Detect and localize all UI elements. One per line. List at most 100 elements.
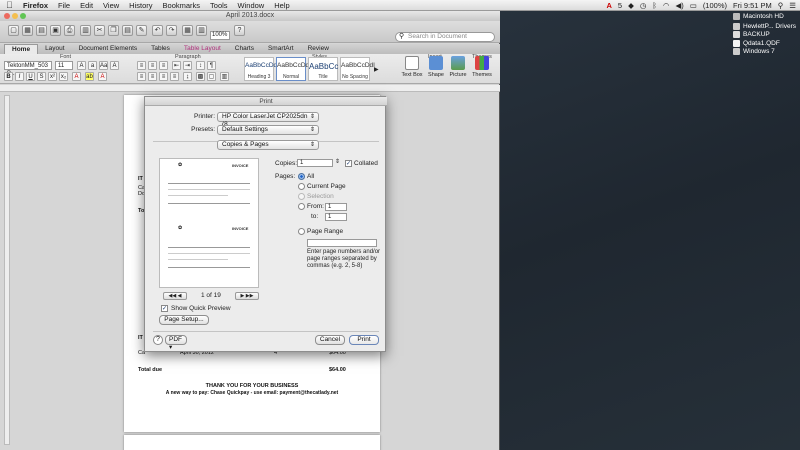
desktop-icon-windows7[interactable]: Windows 7	[733, 48, 775, 55]
templates-icon[interactable]: ▦	[22, 25, 33, 36]
menu-file[interactable]: File	[53, 0, 75, 11]
numbering-icon[interactable]: ≡	[148, 61, 157, 70]
wifi-icon[interactable]: ◠	[663, 1, 670, 10]
pdf-button[interactable]: PDF ▾	[165, 335, 187, 351]
page-setup-button[interactable]: Page Setup...	[159, 315, 209, 325]
cancel-button[interactable]: Cancel	[315, 335, 345, 345]
page-range-input[interactable]	[307, 239, 377, 247]
menu-window[interactable]: Window	[233, 0, 270, 11]
shading-icon[interactable]: ▩	[196, 72, 205, 81]
style-normal[interactable]: AaBbCcDdI Normal	[276, 57, 311, 81]
adobe-icon[interactable]: A	[606, 1, 611, 10]
save-icon[interactable]: ▣	[50, 25, 61, 36]
from-input[interactable]: 1	[325, 203, 347, 211]
copy-icon[interactable]: ❐	[108, 25, 119, 36]
font-color-icon[interactable]: A	[98, 72, 107, 81]
help-button[interactable]: ?	[153, 335, 163, 345]
show-formatting-icon[interactable]: ¶	[207, 61, 216, 70]
zoom-select[interactable]: 100%	[210, 31, 230, 40]
insert-text-box[interactable]: Text Box	[400, 56, 424, 78]
menu-history[interactable]: History	[124, 0, 157, 11]
cut-icon[interactable]: ✂	[94, 25, 105, 36]
document-search-input[interactable]: Search in Document	[395, 32, 495, 42]
pages-all-radio[interactable]	[298, 173, 305, 180]
tab-review[interactable]: Review	[301, 44, 336, 54]
styles-scroll-icon[interactable]: ▶	[374, 66, 379, 73]
style-no-spacing[interactable]: AaBbCcDdI No Spacing	[340, 57, 375, 81]
undo-icon[interactable]: ↶	[152, 25, 163, 36]
zoom-window-button[interactable]	[20, 13, 26, 19]
grow-font-icon[interactable]: A	[77, 61, 86, 70]
import-icon[interactable]: ▥	[80, 25, 91, 36]
horizontal-ruler[interactable]	[0, 85, 500, 92]
clock[interactable]: Fri 9:51 PM	[733, 1, 772, 10]
underline-icon[interactable]: U	[26, 72, 35, 81]
increase-indent-icon[interactable]: ⇥	[183, 61, 192, 70]
section-select[interactable]: Copies & Pages ⇕	[217, 140, 319, 150]
document-page-2[interactable]	[124, 435, 380, 450]
printer-select[interactable]: HP Color LaserJet CP2025dn (8...⇕	[217, 112, 319, 128]
italic-icon[interactable]: I	[15, 72, 24, 81]
desktop-icon-hp-drivers[interactable]: HewlettP... Drivers	[733, 23, 796, 30]
shrink-font-icon[interactable]: a	[88, 61, 97, 70]
tab-document-elements[interactable]: Document Elements	[72, 44, 145, 54]
copies-input[interactable]: 1	[297, 159, 333, 167]
bold-icon[interactable]: B	[4, 72, 13, 81]
copies-stepper[interactable]: ⇕	[335, 158, 340, 165]
pages-current-radio[interactable]	[298, 183, 305, 190]
style-heading3[interactable]: AaBbCcDdI Heading 3	[244, 57, 279, 81]
status-badge[interactable]: 5	[618, 1, 622, 10]
menu-edit[interactable]: Edit	[75, 0, 98, 11]
sort-icon[interactable]: ↕	[196, 61, 205, 70]
align-center-icon[interactable]: ≡	[148, 72, 157, 81]
presets-select[interactable]: Default Settings ⇕	[217, 125, 319, 135]
tab-tables[interactable]: Tables	[144, 44, 177, 54]
font-size-field[interactable]: 11	[55, 61, 73, 70]
desktop-icon-macintosh-hd[interactable]: Macintosh HD	[733, 13, 784, 20]
bluetooth-icon[interactable]: ᛒ	[652, 1, 657, 10]
pages-from-radio[interactable]	[298, 203, 305, 210]
superscript-icon[interactable]: x²	[48, 72, 57, 81]
table-icon[interactable]: ▦	[182, 25, 193, 36]
columns-icon[interactable]: ▥	[196, 25, 207, 36]
vertical-ruler[interactable]	[4, 95, 10, 445]
spotlight-icon[interactable]: ⚲	[778, 1, 784, 10]
clear-format-icon[interactable]: A	[110, 61, 119, 70]
multilevel-list-icon[interactable]: ≡	[159, 61, 168, 70]
tab-home[interactable]: Home	[4, 44, 39, 54]
print-icon[interactable]: ⎙	[64, 25, 75, 36]
themes-button[interactable]: Themes	[470, 56, 494, 78]
print-button[interactable]: Print	[349, 335, 379, 345]
preview-first-prev-buttons[interactable]: ◀◀ ◀	[163, 292, 187, 300]
borders-icon[interactable]: ▢	[207, 72, 216, 81]
strikethrough-icon[interactable]: S	[37, 72, 46, 81]
bullets-icon[interactable]: ≡	[137, 61, 146, 70]
columns-format-icon[interactable]: ▥	[220, 72, 229, 81]
menu-bookmarks[interactable]: Bookmarks	[158, 0, 206, 11]
tab-table-layout[interactable]: Table Layout	[177, 44, 228, 54]
justify-icon[interactable]: ≡	[170, 72, 179, 81]
dropbox-icon[interactable]: ◆	[628, 1, 634, 10]
preview-next-last-buttons[interactable]: ▶ ▶▶	[235, 292, 259, 300]
to-input[interactable]: 1	[325, 213, 347, 221]
change-case-icon[interactable]: Aa	[99, 61, 108, 70]
highlight-icon[interactable]: ab	[85, 72, 94, 81]
align-left-icon[interactable]: ≡	[137, 72, 146, 81]
desktop-icon-backup[interactable]: BACKUP	[733, 31, 770, 38]
list-icon[interactable]: ☰	[789, 1, 796, 10]
tab-charts[interactable]: Charts	[228, 44, 261, 54]
pages-selection-radio[interactable]	[298, 193, 305, 200]
new-icon[interactable]: ▢	[8, 25, 19, 36]
apple-menu-icon[interactable]: 	[6, 0, 18, 10]
close-window-button[interactable]	[4, 13, 10, 19]
page-range-radio[interactable]	[298, 228, 305, 235]
tab-layout[interactable]: Layout	[38, 44, 72, 54]
open-icon[interactable]: ▤	[36, 25, 47, 36]
style-title[interactable]: AaBbCc Title	[308, 57, 338, 81]
paste-icon[interactable]: ▤	[122, 25, 133, 36]
window-titlebar[interactable]: April 2013.docx	[0, 11, 500, 21]
insert-shape[interactable]: Shape	[424, 56, 448, 78]
help-icon[interactable]: ?	[234, 25, 245, 36]
volume-icon[interactable]: ◀)	[675, 1, 683, 10]
menu-tools[interactable]: Tools	[205, 0, 233, 11]
